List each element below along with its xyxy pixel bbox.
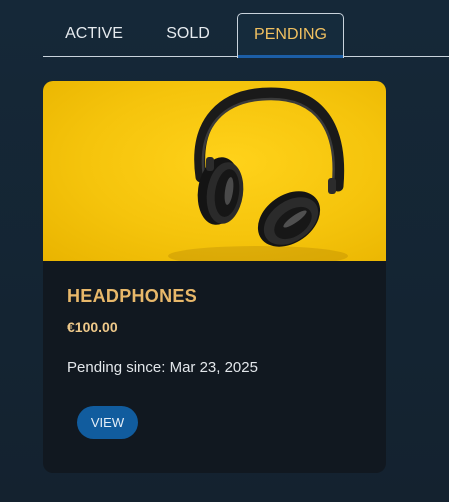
tab-active[interactable]: ACTIVE [51,13,137,57]
product-price: €100.00 [67,319,118,335]
tab-pending[interactable]: PENDING [237,13,344,58]
listing-card: HEADPHONES €100.00 Pending since: Mar 23… [43,81,386,473]
tab-sold[interactable]: SOLD [147,13,229,57]
tab-bar: ACTIVE SOLD PENDING [43,13,449,58]
pending-status: Pending since: Mar 23, 2025 [67,359,258,376]
headphones-icon [168,87,348,261]
product-image [43,81,386,261]
view-button[interactable]: VIEW [77,406,138,439]
product-title: HEADPHONES [67,286,198,306]
